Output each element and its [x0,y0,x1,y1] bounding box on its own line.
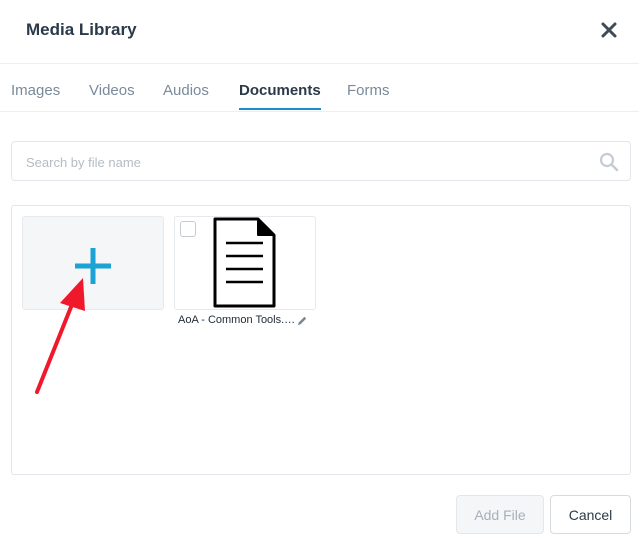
add-file-button[interactable]: Add File [456,495,544,534]
add-file-tile[interactable] [22,216,164,310]
document-icon [213,217,276,308]
plus-icon [75,248,111,284]
tab-videos[interactable]: Videos [89,82,135,108]
pencil-icon[interactable] [296,315,308,327]
tab-images[interactable]: Images [11,82,60,108]
search-icon[interactable] [599,152,619,172]
media-library-modal: Media Library Images Videos Audios Docum… [0,0,639,548]
modal-header: Media Library [0,0,639,64]
cancel-button[interactable]: Cancel [550,495,631,534]
tab-documents[interactable]: Documents [239,82,321,110]
file-name: AoA - Common Tools.… [178,314,296,326]
close-icon[interactable] [598,19,620,41]
tab-forms[interactable]: Forms [347,82,390,108]
media-tabs: Images Videos Audios Documents Forms [0,64,639,112]
search-input[interactable] [26,151,586,173]
modal-title: Media Library [26,20,137,39]
search-box [11,141,631,181]
tab-audios[interactable]: Audios [163,82,209,108]
file-select-checkbox[interactable] [180,221,196,237]
